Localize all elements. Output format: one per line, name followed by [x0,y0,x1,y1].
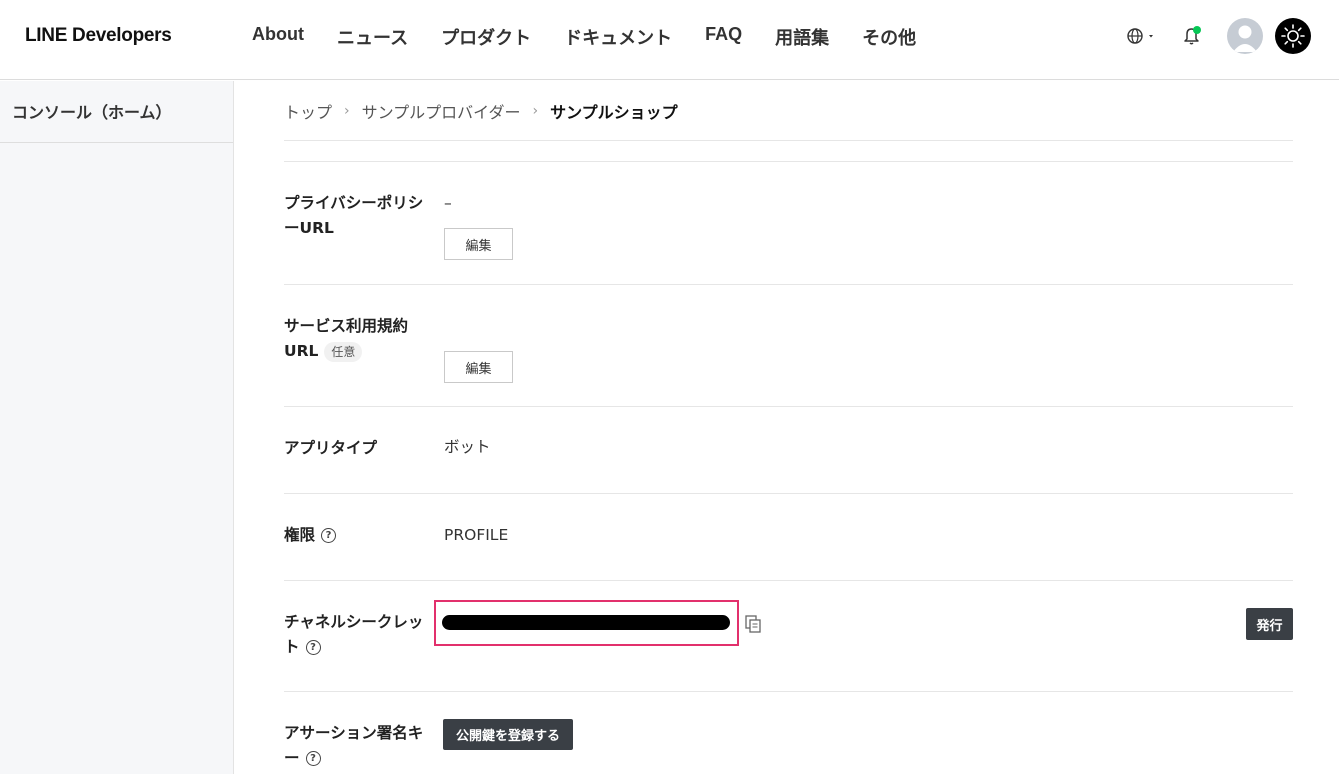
terms-url-label-line1: サービス利用規約 [284,317,409,335]
main-content: トップ › サンプルプロバイダー › サンプルショップ プライバシーポリシーUR… [234,81,1339,774]
assertion-key-label-line2: ー [284,749,300,767]
nav-about[interactable]: About [252,24,304,50]
help-icon[interactable]: ? [305,640,321,655]
site-logo[interactable]: LINE Developers [25,25,172,47]
sidebar: コンソール（ホーム） [0,81,234,774]
top-header: LINE Developers About ニュース プロダクト ドキュメント … [0,0,1339,80]
sun-icon [1281,24,1305,48]
nav-products[interactable]: プロダクト [441,24,531,50]
help-icon[interactable]: ? [305,751,321,766]
main-nav: About ニュース プロダクト ドキュメント FAQ 用語集 その他 [252,24,949,50]
nav-more[interactable]: その他 [862,24,916,50]
permissions-row: 権限? PROFILE [284,493,1293,580]
terms-url-label-line2: URL [284,342,319,360]
terms-url-label: サービス利用規約 URL 任意 [284,314,432,364]
divider [284,140,1293,141]
app-type-label: アプリタイプ [284,439,378,457]
sidebar-item-console-home[interactable]: コンソール（ホーム） [0,81,233,143]
chevron-right-icon: › [532,103,539,119]
permissions-value: PROFILE [444,526,509,544]
channel-secret-label: チャネルシークレッ ト? [284,610,432,660]
assertion-key-row: アサーション署名キ ー? 公開鍵を登録する [284,691,1293,774]
app-type-value: ボット [444,438,491,456]
channel-secret-row: チャネルシークレッ ト? 発行 [284,580,1293,691]
user-silhouette-icon [1233,25,1257,52]
permissions-label: 権限? [284,523,432,548]
notification-dot [1193,26,1201,34]
issue-secret-button[interactable]: 発行 [1246,608,1293,640]
notifications-button[interactable] [1181,24,1203,46]
language-selector[interactable] [1126,27,1154,45]
terms-url-row: サービス利用規約 URL 任意 編集 [284,284,1293,406]
privacy-policy-label: プライバシーポリシーURL [284,194,424,237]
help-icon[interactable]: ? [321,528,337,543]
privacy-policy-edit-button[interactable]: 編集 [444,228,513,260]
privacy-policy-value: – [444,194,452,212]
assertion-key-label-line1: アサーション署名キ [284,724,424,742]
optional-badge: 任意 [324,341,363,362]
chevron-right-icon: › [344,103,350,119]
avatar[interactable] [1227,18,1263,54]
privacy-policy-row: プライバシーポリシーURL – 編集 [284,161,1293,284]
assertion-key-label: アサーション署名キ ー? [284,721,432,771]
breadcrumb: トップ › サンプルプロバイダー › サンプルショップ [284,99,678,123]
copy-icon [745,615,761,633]
channel-secret-redacted-value [442,615,730,630]
channel-secret-highlight [434,600,739,646]
register-public-key-button[interactable]: 公開鍵を登録する [443,719,573,750]
terms-url-edit-button[interactable]: 編集 [444,351,513,383]
copy-button[interactable] [745,615,761,633]
breadcrumb-provider[interactable]: サンプルプロバイダー [362,99,521,123]
nav-faq[interactable]: FAQ [705,24,742,50]
breadcrumb-top[interactable]: トップ [284,99,332,123]
app-type-row: アプリタイプ ボット [284,406,1293,493]
nav-glossary[interactable]: 用語集 [775,24,829,50]
channel-secret-label-line1: チャネルシークレッ [284,613,424,631]
theme-toggle-button[interactable] [1275,18,1311,54]
channel-secret-label-line2: ト [284,638,300,656]
globe-icon [1127,28,1153,44]
nav-documents[interactable]: ドキュメント [564,24,672,50]
permissions-label-text: 権限 [284,526,316,544]
breadcrumb-current: サンプルショップ [550,103,678,122]
nav-news[interactable]: ニュース [337,24,408,50]
